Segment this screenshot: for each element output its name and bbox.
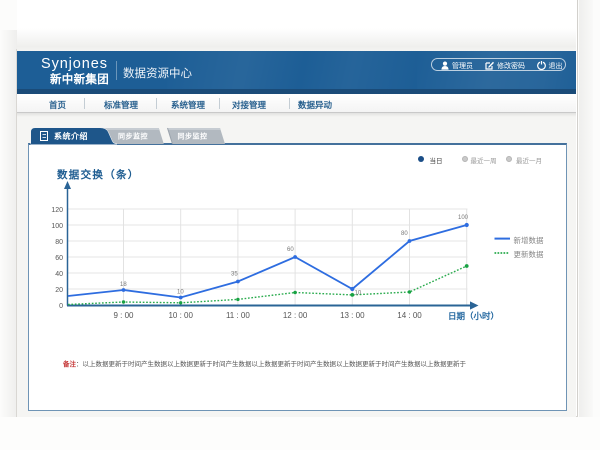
svg-text:同步监控: 同步监控 (118, 132, 148, 141)
svg-text:10: 10 (177, 290, 184, 296)
svg-text:系统介绍: 系统介绍 (54, 131, 88, 141)
svg-text:14 : 00: 14 : 00 (397, 311, 422, 320)
svg-text:80: 80 (401, 231, 408, 237)
svg-text:11 : 00: 11 : 00 (226, 311, 250, 320)
svg-text:120: 120 (51, 207, 63, 214)
svg-text:10 : 00: 10 : 00 (168, 311, 193, 320)
svg-text:20: 20 (55, 287, 63, 294)
svg-text:10: 10 (355, 291, 362, 297)
svg-text:80: 80 (55, 239, 63, 246)
svg-text:12 : 00: 12 : 00 (283, 311, 308, 320)
svg-text:13 : 00: 13 : 00 (340, 311, 365, 320)
svg-text:18: 18 (120, 282, 127, 288)
svg-text:60: 60 (55, 255, 63, 262)
svg-text:9 : 00: 9 : 00 (113, 311, 134, 320)
svg-text:0: 0 (59, 303, 63, 310)
svg-text:100: 100 (458, 215, 469, 221)
svg-text:35: 35 (231, 272, 238, 278)
svg-text:60: 60 (287, 247, 294, 253)
svg-text:同步监控: 同步监控 (178, 132, 208, 141)
svg-text:100: 100 (51, 223, 63, 230)
svg-text:40: 40 (55, 271, 63, 278)
